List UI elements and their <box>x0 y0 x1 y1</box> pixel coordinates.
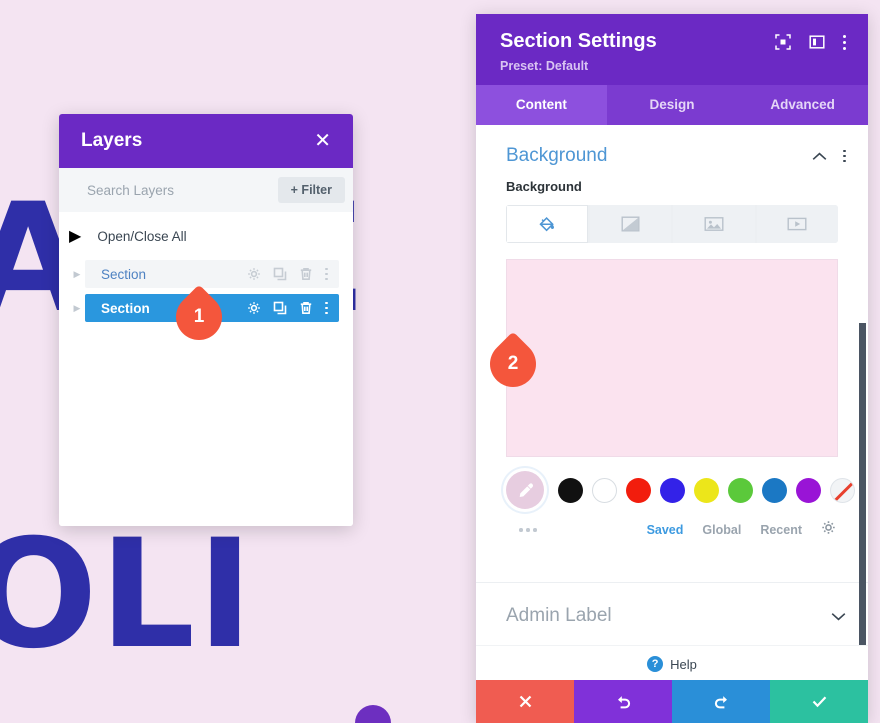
chevron-right-icon[interactable]: ▶ <box>69 269 85 280</box>
background-type-tabs <box>506 205 838 243</box>
chevron-up-icon[interactable] <box>812 152 827 161</box>
tab-design[interactable]: Design <box>607 85 738 125</box>
layers-panel-title: Layers <box>81 130 143 151</box>
swatch-teal-blue[interactable] <box>762 477 787 503</box>
help-row[interactable]: ? Help <box>476 645 868 680</box>
swatch-white[interactable] <box>592 477 617 503</box>
more-horizontal-icon[interactable] <box>506 528 537 532</box>
duplicate-icon[interactable] <box>273 301 287 315</box>
palette-tab-recent[interactable]: Recent <box>760 523 802 537</box>
swatch-green[interactable] <box>728 477 753 503</box>
settings-tabs: Content Design Advanced <box>476 85 868 125</box>
swatch-black[interactable] <box>558 477 583 503</box>
chevron-down-icon[interactable] <box>831 612 846 621</box>
layer-item-actions <box>247 267 328 281</box>
gear-icon[interactable] <box>247 301 261 315</box>
layer-item-section-1[interactable]: Section <box>85 260 339 288</box>
swatch-red[interactable] <box>626 477 651 503</box>
open-close-all-label: Open/Close All <box>97 228 187 244</box>
tab-advanced[interactable]: Advanced <box>737 85 868 125</box>
settings-header-top: Section Settings <box>500 30 846 53</box>
admin-label-title: Admin Label <box>506 605 612 626</box>
open-close-all-row[interactable]: ▶ Open/Close All <box>59 222 353 250</box>
settings-header-actions <box>775 30 846 50</box>
filter-button[interactable]: + Filter <box>277 177 345 203</box>
swatch-purple[interactable] <box>796 477 821 503</box>
swatch-blue[interactable] <box>660 477 685 503</box>
chevron-right-icon[interactable]: ▶ <box>69 303 85 314</box>
swatch-transparent[interactable] <box>830 477 855 503</box>
image-icon[interactable] <box>673 205 755 243</box>
save-button[interactable] <box>770 680 868 723</box>
palette-footer: Saved Global Recent <box>506 520 838 540</box>
palette-tab-saved[interactable]: Saved <box>647 523 684 537</box>
layers-list: ▶ Open/Close All ▶ Section ▶ Section <box>59 212 353 526</box>
marker-label: 2 <box>507 353 519 374</box>
page-title: Section Settings <box>500 30 657 52</box>
marker-2: 2 <box>480 331 552 397</box>
tab-content[interactable]: Content <box>476 85 607 125</box>
more-vertical-icon[interactable] <box>843 34 846 50</box>
layer-item-actions <box>247 301 328 315</box>
color-swatch-row <box>506 471 855 509</box>
trash-icon[interactable] <box>299 267 313 281</box>
background-section-title: Background <box>506 145 608 166</box>
gear-icon[interactable] <box>247 267 261 281</box>
question-mark-icon: ? <box>647 656 664 672</box>
marker-label: 1 <box>193 306 205 327</box>
layers-panel-header: Layers ✕ <box>59 114 353 168</box>
undo-button[interactable] <box>574 680 672 723</box>
canvas-decorative-circle <box>355 705 391 723</box>
gradient-icon[interactable] <box>589 205 671 243</box>
help-label[interactable]: Help <box>670 657 697 672</box>
duplicate-icon[interactable] <box>273 267 287 281</box>
close-icon[interactable]: ✕ <box>314 131 331 151</box>
background-section-actions <box>812 149 846 163</box>
settings-header: Section Settings Preset: Default <box>476 14 868 85</box>
swatch-yellow[interactable] <box>694 477 719 503</box>
table-row[interactable]: ▶ Section <box>59 260 353 288</box>
background-field-label: Background <box>506 179 582 194</box>
action-bar <box>476 680 868 723</box>
more-vertical-icon[interactable] <box>843 149 846 163</box>
video-icon[interactable] <box>756 205 838 243</box>
layout-icon[interactable] <box>809 34 825 50</box>
search-input[interactable] <box>87 182 278 198</box>
eyedropper-swatch[interactable] <box>506 471 544 509</box>
layers-search-row: + Filter <box>59 168 353 212</box>
layer-item-label: Section <box>101 266 147 282</box>
preset-selector[interactable]: Preset: Default <box>500 59 846 73</box>
focus-icon[interactable] <box>775 34 791 50</box>
more-vertical-icon[interactable] <box>325 267 328 281</box>
redo-button[interactable] <box>672 680 770 723</box>
background-color-preview[interactable] <box>506 259 838 457</box>
trash-icon[interactable] <box>299 301 313 315</box>
scrollbar-thumb[interactable] <box>859 323 866 645</box>
more-vertical-icon[interactable] <box>325 301 328 315</box>
admin-label-section[interactable]: Admin Label <box>476 582 868 645</box>
gear-icon[interactable] <box>821 520 836 540</box>
chevron-right-icon: ▶ <box>69 228 82 245</box>
marker-1: 1 <box>166 284 238 350</box>
paint-bucket-icon[interactable] <box>506 205 588 243</box>
background-section-header[interactable]: Background <box>476 125 868 179</box>
palette-tab-global[interactable]: Global <box>702 523 741 537</box>
cancel-button[interactable] <box>476 680 574 723</box>
palette-tabs: Saved Global Recent <box>647 520 836 540</box>
